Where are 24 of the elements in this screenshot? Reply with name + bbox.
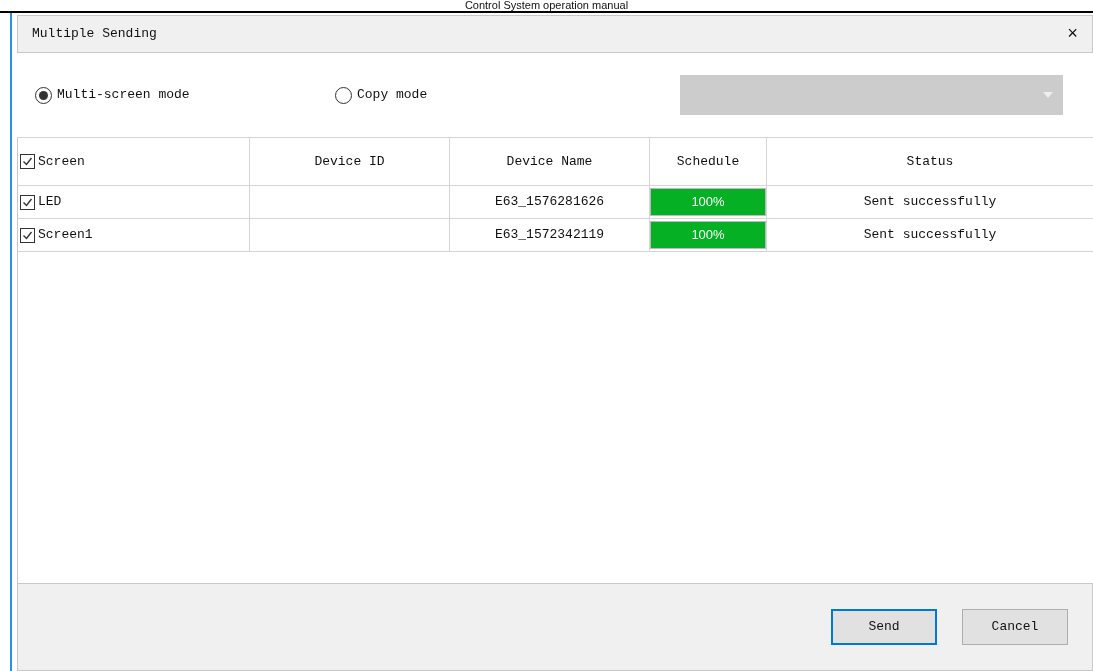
column-header[interactable]: Device ID bbox=[314, 151, 385, 172]
checkbox[interactable] bbox=[20, 154, 35, 169]
column-header[interactable]: Status bbox=[906, 151, 954, 172]
window-title: Multiple Sending bbox=[32, 25, 157, 44]
dialog-button[interactable]: Send bbox=[831, 609, 937, 645]
column-header[interactable]: Schedule bbox=[676, 151, 740, 172]
page-header: Control System operation manual bbox=[464, 0, 629, 11]
table-cell-text: E63_1576281626 bbox=[494, 193, 605, 212]
column-header[interactable]: Screen bbox=[38, 151, 85, 172]
table-cell-text: Sent successfully bbox=[863, 193, 997, 212]
table-cell-text: Screen1 bbox=[38, 226, 93, 245]
table-cell-text: LED bbox=[38, 193, 62, 212]
caret-icon bbox=[1043, 92, 1053, 98]
checkbox[interactable] bbox=[20, 227, 35, 243]
progress-text: 100% bbox=[690, 193, 726, 212]
progress-text: 100% bbox=[690, 226, 726, 245]
radio-label[interactable]: Copy mode bbox=[357, 85, 428, 105]
table-cell-text: E63_1572342119 bbox=[494, 226, 605, 245]
dialog-button[interactable]: Cancel bbox=[962, 609, 1068, 645]
column-header[interactable]: Device Name bbox=[506, 151, 593, 172]
radio-label[interactable]: Multi-screen mode bbox=[57, 85, 190, 105]
table-cell-text: Sent successfully bbox=[863, 226, 997, 245]
checkbox[interactable] bbox=[20, 194, 35, 210]
close-button[interactable]: × bbox=[1067, 25, 1078, 43]
